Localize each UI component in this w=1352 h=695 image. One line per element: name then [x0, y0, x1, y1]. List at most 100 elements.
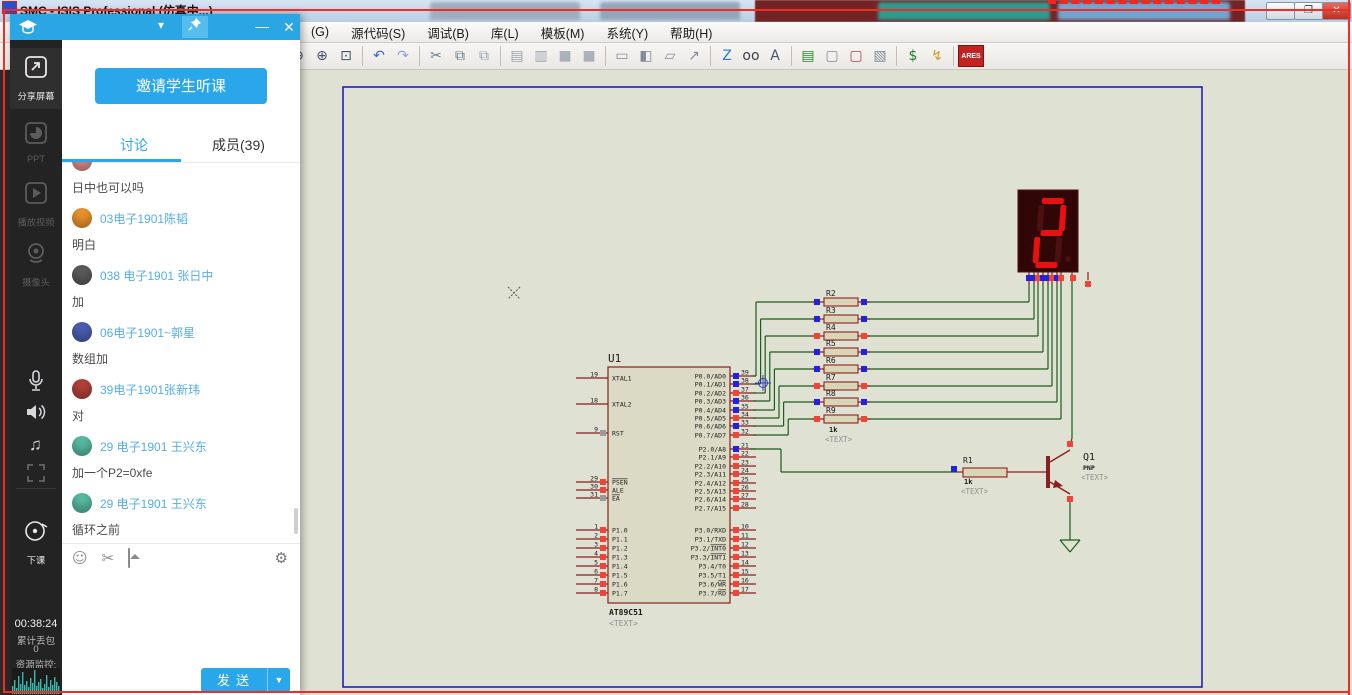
- resistor-R3[interactable]: R3: [812, 306, 870, 323]
- bill-of-materials-icon[interactable]: $: [902, 45, 924, 67]
- copy-icon[interactable]: ⧉: [449, 45, 471, 67]
- tab-members[interactable]: 成员(39): [212, 135, 265, 155]
- zoom-in-icon[interactable]: ⊕: [311, 45, 333, 67]
- toolbar-separator: [710, 46, 711, 66]
- overlay-minimize-button[interactable]: —: [250, 16, 274, 38]
- svg-text:<TEXT>: <TEXT>: [961, 487, 989, 496]
- resistor-R1[interactable]: R11k<TEXT>: [951, 456, 1046, 496]
- pin-icon[interactable]: [182, 16, 208, 38]
- property-assignment-icon[interactable]: A: [764, 45, 786, 67]
- logic-state-square: [733, 545, 739, 551]
- component-Q1[interactable]: Q1PNP<TEXT>: [1046, 450, 1109, 494]
- close-button[interactable]: ✕: [1322, 2, 1351, 20]
- resistor-R9[interactable]: R91k<TEXT>: [812, 406, 870, 444]
- cut-icon[interactable]: ✂: [425, 45, 447, 67]
- svg-text:35: 35: [741, 403, 749, 411]
- class-timer: 00:38:24: [10, 618, 62, 630]
- svg-text:33: 33: [741, 419, 749, 427]
- avatar: [72, 379, 92, 399]
- logic-state-square: [814, 416, 820, 422]
- overlay-close-button[interactable]: ✕: [278, 16, 300, 38]
- logic-state-square: [733, 373, 739, 379]
- menu-item-1[interactable]: 源代码(S): [340, 21, 416, 44]
- resistor-R6[interactable]: R6: [812, 356, 870, 373]
- zoom-area-icon[interactable]: ⊡: [335, 45, 357, 67]
- menu-item-4[interactable]: 模板(M): [530, 21, 596, 44]
- svg-text:R9: R9: [826, 406, 836, 415]
- block-rotate-icon[interactable]: ■: [554, 45, 576, 67]
- chevron-down-icon[interactable]: ▾: [158, 18, 164, 32]
- invite-students-button[interactable]: 邀请学生听课: [95, 68, 267, 104]
- wire-p0-7: [753, 419, 817, 435]
- sidebar-tool-play-video[interactable]: 播放视频: [10, 180, 62, 229]
- sidebar-tool-ppt[interactable]: PPT: [10, 120, 62, 165]
- chat-input-area[interactable]: [62, 571, 300, 661]
- app-logo-icon: [18, 18, 38, 36]
- minimize-button[interactable]: ─: [1266, 2, 1295, 20]
- send-options-caret[interactable]: ▼: [267, 668, 290, 693]
- chat-scrollbar[interactable]: [294, 508, 298, 534]
- svg-text:13: 13: [741, 550, 749, 558]
- paste-icon[interactable]: ⧉: [473, 45, 495, 67]
- teaching-app-titlebar[interactable]: ▾ — ✕: [10, 14, 300, 40]
- speaker-icon[interactable]: [10, 402, 62, 427]
- new-sheet-icon[interactable]: ▢: [821, 45, 843, 67]
- goto-sheet-icon[interactable]: ▧: [869, 45, 891, 67]
- packaging-tool-icon[interactable]: ▱: [659, 45, 681, 67]
- menu-item-0[interactable]: (G): [300, 23, 340, 41]
- sidebar-tool-camera[interactable]: 摄像头: [10, 240, 62, 289]
- background-tab-blue[interactable]: [1058, 2, 1230, 20]
- block-copy-icon[interactable]: ▤: [506, 45, 528, 67]
- menu-item-3[interactable]: 库(L): [480, 21, 530, 44]
- svg-text:P1.5: P1.5: [612, 572, 628, 580]
- svg-text:P2.5/A13: P2.5/A13: [695, 488, 726, 496]
- menu-item-6[interactable]: 帮助(H): [659, 21, 723, 44]
- end-class-button[interactable]: 下课: [10, 518, 62, 567]
- gear-icon[interactable]: ⚙: [275, 549, 288, 567]
- message-text: 日中也可以吗: [72, 179, 290, 196]
- logic-state-square: [733, 432, 739, 438]
- restore-button[interactable]: ❐: [1294, 2, 1323, 20]
- end-class-bell-icon: [23, 518, 49, 544]
- make-device-icon[interactable]: ◧: [635, 45, 657, 67]
- svg-text:R3: R3: [826, 306, 836, 315]
- resistor-R5[interactable]: R5: [812, 339, 870, 356]
- screenshot-scissors-icon[interactable]: ✂: [102, 549, 115, 567]
- search-components-icon[interactable]: oo: [740, 45, 762, 67]
- resistor-R4[interactable]: R4: [812, 323, 870, 340]
- resistor-R7[interactable]: R7: [812, 373, 870, 390]
- component-U1[interactable]: U1AT89C51<TEXT>19XTAL118XTAL29RST29PSEN3…: [576, 352, 756, 628]
- background-tab[interactable]: [430, 2, 580, 20]
- resistor-R2[interactable]: R2: [812, 289, 870, 306]
- component-7seg-display[interactable]: [1018, 190, 1078, 272]
- resistor-R8[interactable]: R8: [812, 389, 870, 406]
- tab-discussion[interactable]: 讨论: [120, 135, 148, 155]
- sidebar-tool-share-screen[interactable]: 分享屏幕: [10, 48, 62, 109]
- image-icon[interactable]: [128, 549, 130, 567]
- background-tab[interactable]: [600, 2, 740, 20]
- decompose-icon[interactable]: ↗: [683, 45, 705, 67]
- undo-icon[interactable]: ↶: [368, 45, 390, 67]
- design-explorer-icon[interactable]: ▤: [797, 45, 819, 67]
- schematic-svg[interactable]: U1AT89C51<TEXT>19XTAL118XTAL29RST29PSEN3…: [300, 70, 1352, 695]
- block-move-icon[interactable]: ▥: [530, 45, 552, 67]
- background-tab-active[interactable]: [878, 2, 1050, 20]
- schematic-canvas[interactable]: U1AT89C51<TEXT>19XTAL118XTAL29RST29PSEN3…: [300, 70, 1352, 695]
- capture-region-dashed-border: [1048, 0, 1220, 4]
- microphone-icon[interactable]: [10, 370, 62, 397]
- remove-sheet-icon[interactable]: ▢: [845, 45, 867, 67]
- music-icon[interactable]: ♫: [10, 434, 62, 459]
- fullscreen-icon[interactable]: [10, 464, 62, 487]
- logic-state-square: [861, 349, 867, 355]
- emoji-icon[interactable]: ☺: [72, 549, 88, 567]
- pick-device-icon[interactable]: ▭: [611, 45, 633, 67]
- menu-item-2[interactable]: 调试(B): [416, 21, 480, 44]
- message-list[interactable]: 日中也可以吗03电子1901陈韬明白038 电子1901 张日中加06电子190…: [62, 162, 300, 543]
- redo-icon[interactable]: ↷: [392, 45, 414, 67]
- send-button[interactable]: 发送: [201, 668, 267, 693]
- electrical-check-icon[interactable]: ↯: [926, 45, 948, 67]
- ares-icon[interactable]: ARES: [958, 45, 984, 67]
- menu-item-5[interactable]: 系统(Y): [595, 21, 659, 44]
- wire-autoroute-icon[interactable]: Z: [716, 45, 738, 67]
- block-delete-icon[interactable]: ■: [578, 45, 600, 67]
